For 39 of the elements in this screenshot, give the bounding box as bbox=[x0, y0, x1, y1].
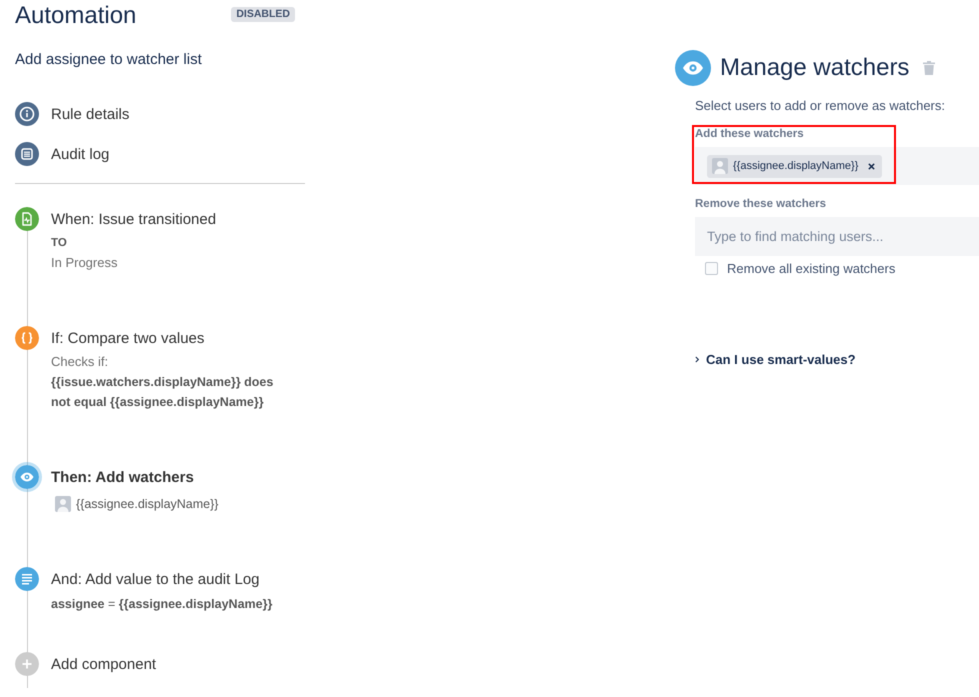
close-icon bbox=[868, 162, 876, 170]
smart-values-link[interactable]: Can I use smart-values? bbox=[695, 352, 856, 367]
braces-icon bbox=[15, 326, 39, 350]
remove-user-button[interactable] bbox=[866, 162, 878, 170]
step-detail: {{issue.watchers.displayName}} does not equal {{assignee.displayName}} bbox=[51, 374, 274, 411]
document-icon bbox=[15, 207, 39, 231]
trash-icon bbox=[923, 61, 936, 75]
avatar-icon bbox=[55, 496, 71, 512]
field-label: Remove these watchers bbox=[695, 197, 828, 211]
nav-link[interactable]: Audit log bbox=[51, 146, 110, 162]
checkbox-label[interactable]: Remove all existing watchers bbox=[727, 260, 896, 276]
panel-title: Manage watchers bbox=[720, 54, 910, 82]
checkbox[interactable] bbox=[705, 262, 718, 274]
eye-icon bbox=[675, 50, 711, 86]
field-label: Add these watchers bbox=[695, 127, 805, 141]
avatar-icon bbox=[712, 158, 728, 174]
find-users-input[interactable]: Type to find matching users... bbox=[695, 217, 979, 256]
step-title[interactable]: And: Add value to the audit Log bbox=[51, 570, 260, 588]
step-detail: {{assignee.displayName}} bbox=[76, 497, 218, 511]
eye-icon bbox=[15, 465, 39, 489]
nav-link[interactable]: Rule details bbox=[51, 106, 130, 122]
rule-name: Add assignee to watcher list bbox=[15, 50, 203, 70]
page-title: Automation bbox=[15, 1, 136, 31]
step-detail: assignee = {{assignee.displayName}} bbox=[51, 596, 274, 613]
watchers-field[interactable]: {{assignee.displayName}} bbox=[695, 147, 979, 185]
step-detail: TO bbox=[51, 236, 68, 251]
user-name: {{assignee.displayName}} bbox=[733, 160, 858, 172]
info-icon bbox=[15, 102, 39, 126]
list-icon bbox=[15, 142, 39, 166]
panel-description: Select users to add or remove as watchers: bbox=[695, 97, 946, 115]
step-title[interactable]: Then: Add watchers bbox=[51, 468, 194, 486]
step-title[interactable]: When: Issue transitioned bbox=[51, 210, 216, 228]
step-title[interactable]: If: Compare two values bbox=[51, 330, 204, 346]
lines-icon bbox=[15, 567, 39, 591]
step-detail: In Progress bbox=[51, 254, 118, 272]
delete-button[interactable] bbox=[923, 61, 936, 75]
add-component-link[interactable]: Add component bbox=[51, 656, 156, 672]
status-badge: DISABLED bbox=[231, 6, 295, 22]
step-detail: Checks if: bbox=[51, 353, 110, 371]
